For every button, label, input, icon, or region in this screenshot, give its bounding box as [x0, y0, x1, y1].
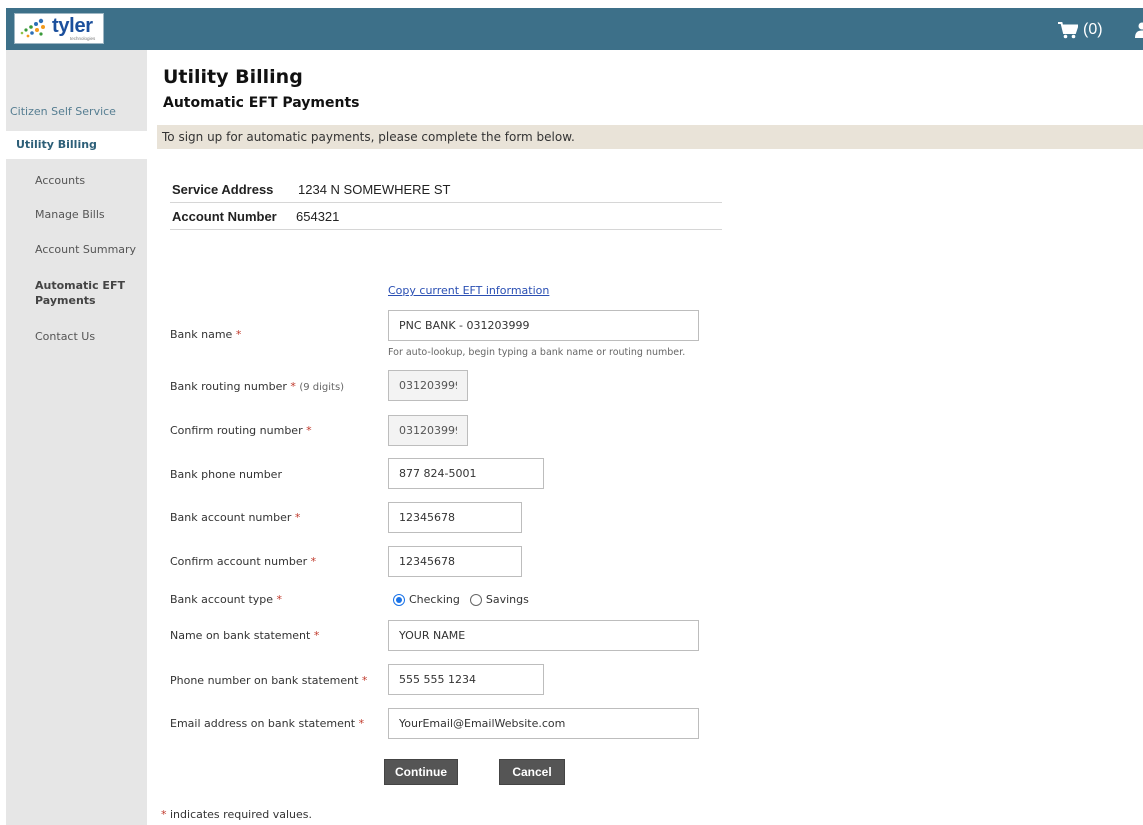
- service-address-row: Service Address 1234 N SOMEWHERE ST: [170, 176, 722, 203]
- radio-unchecked-icon: [469, 593, 482, 606]
- statement-email-label: Email address on bank statement *: [170, 717, 365, 730]
- routing-hint: (9 digits): [299, 382, 345, 393]
- service-address-label: Service Address: [172, 182, 274, 197]
- instruction-banner: To sign up for automatic payments, pleas…: [157, 125, 1143, 149]
- required-asterisk: *: [310, 555, 317, 568]
- statement-name-label: Name on bank statement *: [170, 629, 320, 642]
- confirm-account-label: Confirm account number *: [170, 555, 317, 568]
- sidebar-item-citizen-self-service[interactable]: Citizen Self Service: [10, 105, 116, 118]
- bank-name-input[interactable]: [388, 310, 699, 341]
- confirm-account-input[interactable]: [388, 546, 522, 577]
- required-asterisk: *: [290, 380, 296, 393]
- account-type-radio-group: Checking Savings: [393, 593, 529, 606]
- bank-name-label: Bank name *: [170, 328, 242, 341]
- main-content: Utility Billing Automatic EFT Payments T…: [157, 0, 1143, 825]
- required-asterisk: *: [313, 629, 320, 642]
- required-asterisk: *: [306, 424, 312, 437]
- sidebar-item-manage-bills[interactable]: Manage Bills: [35, 208, 105, 221]
- routing-number-input[interactable]: [388, 370, 468, 401]
- required-asterisk: *: [358, 717, 365, 730]
- savings-radio[interactable]: Savings: [469, 593, 529, 606]
- account-info-table: Service Address 1234 N SOMEWHERE ST Acco…: [170, 176, 722, 230]
- copy-eft-info-link[interactable]: Copy current EFT information: [388, 284, 549, 297]
- bank-name-help: For auto-lookup, begin typing a bank nam…: [388, 347, 686, 358]
- service-address-value: 1234 N SOMEWHERE ST: [298, 182, 451, 197]
- sidebar: Citizen Self Service Utility Billing Acc…: [6, 50, 147, 825]
- tyler-logo-icon: [20, 18, 45, 38]
- routing-number-label: Bank routing number * (9 digits): [170, 380, 345, 393]
- account-number-value: 654321: [296, 209, 340, 224]
- bank-account-number-label: Bank account number *: [170, 511, 301, 524]
- statement-phone-input[interactable]: [388, 664, 544, 695]
- statement-email-input[interactable]: [388, 708, 699, 739]
- account-number-row: Account Number 654321: [170, 203, 722, 230]
- logo-subtext: technologies: [70, 36, 96, 41]
- required-asterisk: *: [276, 593, 283, 606]
- sidebar-item-utility-billing[interactable]: Utility Billing: [6, 131, 147, 159]
- statement-name-input[interactable]: [388, 620, 699, 651]
- confirm-routing-label: Confirm routing number *: [170, 424, 312, 437]
- account-type-label: Bank account type *: [170, 593, 283, 606]
- sidebar-item-automatic-eft-payments[interactable]: Automatic EFT Payments: [35, 278, 135, 308]
- logo-text: tyler: [52, 15, 93, 37]
- sidebar-item-account-summary[interactable]: Account Summary: [35, 243, 136, 256]
- continue-button[interactable]: Continue: [384, 759, 458, 785]
- page-subtitle: Automatic EFT Payments: [163, 95, 360, 111]
- page-title: Utility Billing: [163, 66, 303, 88]
- sidebar-item-accounts[interactable]: Accounts: [35, 174, 85, 187]
- tyler-logo[interactable]: tyler technologies: [14, 13, 104, 44]
- required-asterisk: *: [294, 511, 301, 524]
- account-number-label: Account Number: [172, 209, 277, 224]
- required-footnote: * indicates required values.: [161, 808, 313, 821]
- statement-phone-label: Phone number on bank statement *: [170, 674, 368, 687]
- radio-checked-icon: [393, 593, 405, 606]
- cancel-button[interactable]: Cancel: [499, 759, 565, 785]
- checking-radio[interactable]: Checking: [393, 593, 460, 606]
- required-asterisk: *: [161, 808, 167, 821]
- bank-phone-label: Bank phone number: [170, 468, 282, 481]
- bank-phone-input[interactable]: [388, 458, 544, 489]
- bank-account-number-input[interactable]: [388, 502, 522, 533]
- required-asterisk: *: [361, 674, 368, 687]
- required-asterisk: *: [235, 328, 242, 341]
- confirm-routing-input[interactable]: [388, 415, 468, 446]
- sidebar-item-contact-us[interactable]: Contact Us: [35, 330, 95, 343]
